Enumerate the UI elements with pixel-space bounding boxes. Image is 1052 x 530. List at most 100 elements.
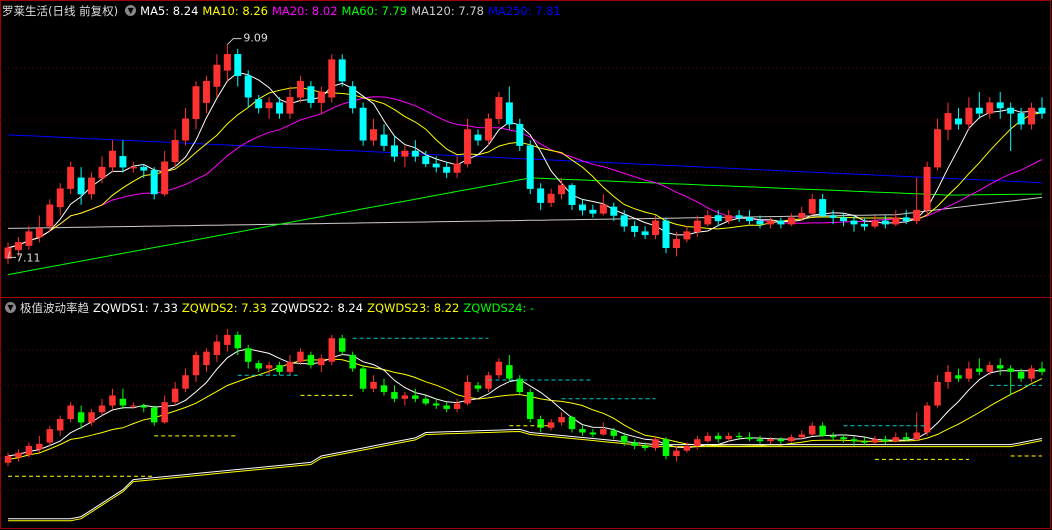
candle[interactable] [370, 129, 378, 141]
indicator-candle[interactable] [338, 338, 346, 352]
indicator-candle[interactable] [422, 398, 430, 404]
candle[interactable] [161, 161, 169, 195]
indicator-candle[interactable] [244, 348, 252, 362]
indicator-candle[interactable] [704, 435, 712, 442]
indicator-candle[interactable] [109, 395, 116, 406]
indicator-candle[interactable] [412, 395, 419, 399]
candle[interactable] [244, 75, 252, 98]
indicator-candle[interactable] [130, 405, 137, 407]
indicator-candle[interactable] [537, 419, 544, 428]
candle[interactable] [578, 204, 586, 211]
candle[interactable] [944, 113, 952, 130]
indicator-candle[interactable] [631, 442, 638, 446]
candle[interactable] [276, 102, 284, 114]
indicator-candle[interactable] [902, 437, 910, 440]
indicator-candle[interactable] [965, 368, 973, 379]
indicator-candle[interactable] [67, 405, 74, 419]
indicator-candle[interactable] [861, 441, 868, 443]
indicator-candle[interactable] [683, 445, 691, 451]
candle[interactable] [307, 86, 315, 103]
candle[interactable] [620, 215, 628, 227]
indicator-candle[interactable] [36, 443, 43, 450]
candle[interactable] [411, 150, 419, 157]
candle[interactable] [735, 215, 743, 218]
indicator-candle[interactable] [1038, 368, 1046, 372]
indicator-candle[interactable] [892, 437, 900, 442]
indicator-candle[interactable] [286, 361, 294, 372]
candle[interactable] [954, 118, 962, 125]
indicator-candle[interactable] [850, 439, 858, 442]
indicator-candle[interactable] [506, 365, 513, 379]
indicator-candle[interactable] [297, 351, 304, 362]
indicator-candle[interactable] [359, 368, 367, 389]
candle[interactable] [67, 166, 75, 189]
indicator-candle[interactable] [474, 385, 482, 389]
candle[interactable] [108, 150, 116, 168]
candle[interactable] [1007, 107, 1015, 114]
indicator-candle[interactable] [203, 351, 210, 366]
indicator-candle[interactable] [840, 437, 847, 440]
candle[interactable] [913, 209, 921, 222]
indicator-candle[interactable] [161, 402, 168, 423]
indicator-candle[interactable] [882, 439, 889, 442]
indicator-candle[interactable] [976, 368, 983, 372]
indicator-candle[interactable] [579, 429, 586, 433]
indicator-candle[interactable] [15, 452, 22, 458]
candle[interactable] [505, 102, 513, 125]
indicator-candle[interactable] [453, 403, 461, 409]
candle[interactable] [192, 86, 200, 119]
candle[interactable] [338, 59, 346, 82]
candle[interactable] [871, 220, 879, 227]
candle[interactable] [150, 170, 158, 195]
candle[interactable] [88, 177, 96, 195]
indicator-candle[interactable] [913, 432, 920, 440]
candle[interactable] [746, 217, 754, 222]
indicator-candle[interactable] [735, 435, 743, 438]
indicator-candle[interactable] [829, 435, 837, 438]
candle[interactable] [359, 107, 367, 141]
indicator-candle[interactable] [652, 439, 659, 448]
candle[interactable] [902, 217, 910, 222]
candle[interactable] [516, 123, 524, 146]
candle[interactable] [683, 231, 691, 240]
candle[interactable] [766, 220, 774, 225]
candle[interactable] [1038, 107, 1046, 114]
indicator-candle[interactable] [944, 371, 952, 382]
candle[interactable] [693, 220, 701, 232]
candle[interactable] [202, 80, 210, 103]
indicator-candle[interactable] [808, 425, 816, 435]
candle[interactable] [756, 220, 764, 225]
candle[interactable] [662, 220, 670, 248]
candle[interactable] [349, 86, 357, 109]
indicator-candle[interactable] [464, 381, 471, 404]
indicator-candle[interactable] [923, 405, 931, 433]
candle[interactable] [443, 166, 451, 173]
indicator-candle[interactable] [88, 412, 95, 423]
indicator-candle[interactable] [673, 450, 680, 457]
candle[interactable] [631, 226, 639, 232]
indicator-candle[interactable] [714, 435, 722, 440]
indicator-candle[interactable] [119, 398, 127, 406]
indicator-candle[interactable] [349, 355, 356, 369]
candle[interactable] [725, 215, 733, 222]
candle[interactable] [46, 204, 54, 227]
indicator-candle[interactable] [1028, 368, 1035, 379]
candle[interactable] [328, 59, 336, 98]
candle[interactable] [798, 213, 806, 218]
indicator-candle[interactable] [401, 395, 409, 399]
candle[interactable] [464, 129, 472, 165]
candle[interactable] [474, 134, 482, 141]
indicator-candle[interactable] [150, 407, 158, 423]
indicator-candle[interactable] [25, 445, 33, 455]
candle[interactable] [965, 107, 973, 125]
indicator-candle[interactable] [98, 405, 106, 413]
candle[interactable] [1028, 107, 1036, 125]
indicator-candle[interactable] [370, 381, 377, 389]
indicator-candle[interactable] [620, 435, 628, 443]
candle[interactable] [98, 166, 106, 179]
candle[interactable] [432, 163, 440, 168]
indicator-candle[interactable] [4, 456, 12, 463]
candle[interactable] [422, 156, 430, 165]
indicator-candle[interactable] [380, 385, 388, 393]
candle[interactable] [610, 206, 618, 216]
